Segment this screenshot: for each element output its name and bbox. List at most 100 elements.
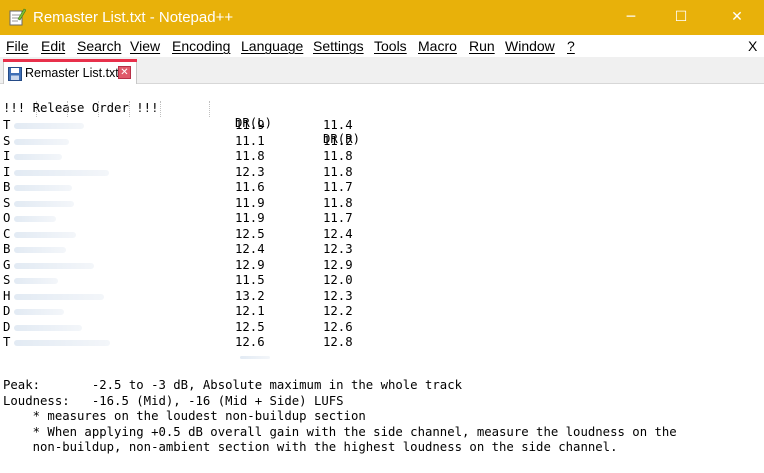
row-dr-r: 12.3: [323, 288, 353, 303]
redacted-title: [14, 247, 66, 253]
minimize-button[interactable]: ─: [608, 0, 654, 35]
note-line: * When applying +0.5 dB overall gain wit…: [3, 424, 677, 439]
row-dr-l: 12.4: [235, 242, 265, 256]
redacted-title: [14, 185, 72, 191]
menu-window[interactable]: Window: [505, 38, 555, 54]
row-dr-l: 11.9: [235, 195, 265, 210]
indent-guide: [36, 101, 37, 117]
tab-bar: Remaster List.txt ✕: [0, 57, 764, 84]
close-document-button[interactable]: X: [748, 38, 757, 54]
table-row: B 12.4 12.3: [3, 242, 743, 258]
table-row: H 13.2 12.3: [3, 289, 743, 305]
row-dr-r: 11.8: [323, 164, 353, 179]
note-line: non-buildup, non-ambient section with th…: [3, 440, 618, 454]
menu-bar: File Edit Search View Encoding Language …: [0, 35, 764, 57]
menu-language[interactable]: Language: [241, 38, 303, 54]
menu-settings[interactable]: Settings: [313, 38, 364, 54]
table-row: D 12.1 12.2: [3, 304, 743, 320]
menu-edit[interactable]: Edit: [41, 38, 65, 54]
menu-view[interactable]: View: [130, 38, 160, 54]
indent-guide: [129, 101, 130, 117]
row-initial: C: [3, 226, 11, 241]
row-dr-r: 12.0: [323, 273, 353, 287]
menu-run[interactable]: Run: [469, 38, 495, 54]
row-dr-l: 13.2: [235, 288, 265, 303]
table-row: C 12.5 12.4: [3, 227, 743, 243]
row-dr-r: 12.3: [323, 242, 353, 256]
row-dr-l: 11.6: [235, 180, 265, 194]
row-initial: H: [3, 288, 11, 303]
row-dr-r: 12.6: [323, 319, 353, 334]
note-line: * measures on the loudest non-buildup se…: [3, 409, 366, 423]
table-row: T 11.9 11.4: [3, 118, 743, 134]
table-row: I 11.8 11.8: [3, 149, 743, 165]
row-dr-l: 11.5: [235, 273, 265, 287]
table-row: B 11.6 11.7: [3, 180, 743, 196]
menu-tools[interactable]: Tools: [374, 38, 407, 54]
row-initial: S: [3, 133, 11, 148]
row-dr-r: 11.8: [323, 195, 353, 210]
redacted-title: [14, 200, 74, 207]
menu-file[interactable]: File: [6, 38, 29, 54]
menu-macro[interactable]: Macro: [418, 38, 457, 54]
row-dr-l: 12.5: [235, 226, 265, 241]
title-bar[interactable]: Remaster List.txt - Notepad++ ─ ☐ ✕: [0, 0, 764, 35]
header-name: !!! Release Order !!!: [3, 100, 159, 115]
redacted-title: [14, 154, 62, 160]
redacted-title: [14, 340, 110, 346]
save-icon: [8, 67, 22, 81]
row-initial: T: [3, 335, 11, 349]
table-row: O 11.9 11.7: [3, 211, 743, 227]
note-line: Loudness: -16.5 (Mid), -16 (Mid + Side) …: [3, 393, 344, 408]
row-dr-l: 12.5: [235, 319, 265, 334]
row-initial: G: [3, 257, 11, 272]
row-dr-r: 12.4: [323, 226, 353, 241]
row-dr-l: 12.1: [235, 304, 265, 318]
indent-guide: [98, 101, 99, 117]
table-row: S 11.9 11.8: [3, 196, 743, 212]
close-window-button[interactable]: ✕: [714, 0, 760, 35]
active-tab-indicator: [3, 59, 137, 62]
menu-help[interactable]: ?: [567, 38, 575, 54]
row-initial: D: [3, 304, 11, 318]
menu-encoding[interactable]: Encoding: [172, 38, 230, 54]
indent-guide: [209, 101, 210, 117]
tab-remaster-list[interactable]: Remaster List.txt ✕: [3, 59, 137, 84]
row-initial: T: [3, 118, 11, 132]
row-dr-l: 12.6: [235, 335, 265, 349]
menu-search[interactable]: Search: [77, 38, 121, 54]
row-dr-l: 11.1: [235, 133, 265, 148]
notepadpp-app-icon: [9, 8, 26, 26]
note-line: Peak: -2.5 to -3 dB, Absolute maximum in…: [3, 378, 463, 392]
row-initial: B: [3, 180, 11, 194]
redacted-title: [14, 216, 56, 222]
header-line: !!! Release Order !!! DR(L) DR(R): [3, 85, 743, 146]
row-dr-r: 11.2: [323, 133, 353, 148]
redacted-title: [14, 278, 58, 284]
row-initial: D: [3, 319, 11, 334]
row-initial: B: [3, 242, 11, 256]
row-dr-r: 11.4: [323, 118, 353, 132]
row-initial: S: [3, 195, 11, 210]
row-dr-l: 12.3: [235, 164, 265, 179]
table-row: G 12.9 12.9: [3, 258, 743, 274]
row-dr-l: 11.8: [235, 149, 265, 163]
row-dr-r: 12.2: [323, 304, 353, 318]
indent-guide: [67, 101, 68, 117]
indent-guide: [160, 101, 161, 117]
row-dr-r: 11.8: [323, 149, 353, 163]
redacted-title: [14, 293, 104, 300]
tab-close-icon[interactable]: ✕: [118, 66, 131, 79]
table-row: T 12.6 12.8: [3, 335, 743, 351]
redacted-title: [14, 138, 69, 145]
row-dr-l: 12.9: [235, 257, 265, 272]
row-initial: I: [3, 164, 11, 179]
table-row: I 12.3 11.8: [3, 165, 743, 181]
row-dr-r: 12.9: [323, 257, 353, 272]
table-row: S 11.5 12.0: [3, 273, 743, 289]
row-dr-r: 11.7: [323, 180, 353, 194]
maximize-button[interactable]: ☐: [658, 0, 704, 35]
redacted-mark: [240, 355, 270, 359]
text-editor[interactable]: !!! Release Order !!! DR(L) DR(R) T 11.9 1…: [0, 85, 764, 473]
row-dr-r: 11.7: [323, 211, 353, 225]
